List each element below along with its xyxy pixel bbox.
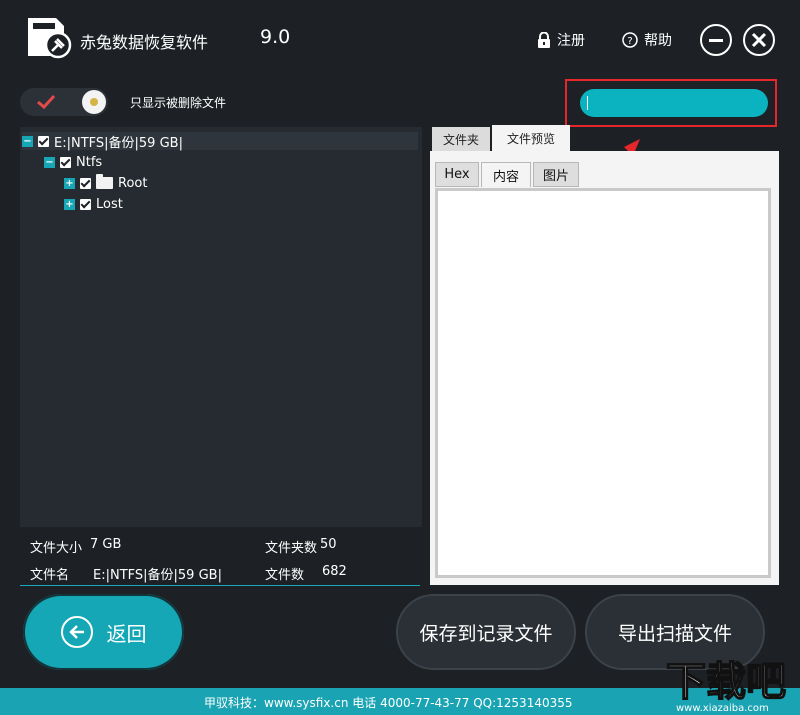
checkbox[interactable] (60, 156, 71, 168)
expand-icon[interactable]: + (64, 198, 75, 210)
footer-contact: 甲驭科技：www.sysfix.cn 电话 4000-77-43-77 QQ:1… (204, 696, 573, 710)
file-size-value: 7 GB (90, 537, 122, 552)
back-label: 返回 (106, 621, 147, 646)
app-version: 9.0 (260, 26, 291, 48)
file-count-label: 文件数 (265, 568, 305, 583)
app-logo-icon (28, 18, 72, 59)
watermark-text: 下载吧 (666, 659, 786, 705)
tree-node-label: E:|NTFS|备份|59 GB| (54, 135, 183, 151)
tree-node-root[interactable]: − E:|NTFS|备份|59 GB| (22, 132, 418, 151)
collapse-icon[interactable]: − (22, 135, 33, 147)
watermark-url: www.xiazaiba.com (676, 703, 769, 714)
minimize-icon (709, 39, 723, 42)
file-name-value: E:|NTFS|备份|59 GB| (93, 568, 222, 583)
minimize-button[interactable] (700, 24, 732, 56)
save-record-button[interactable]: 保存到记录文件 (396, 594, 576, 670)
help-button[interactable]: ? 帮助 (622, 30, 672, 50)
close-button[interactable] (743, 24, 775, 56)
tab-file-preview[interactable]: 文件预览 (492, 125, 570, 151)
tab-hex[interactable]: Hex (435, 162, 479, 187)
tree-node-root-folder[interactable]: + Root (64, 174, 147, 192)
tree-node-label: Lost (96, 196, 123, 212)
checkbox[interactable] (38, 135, 49, 147)
file-count-value: 682 (322, 564, 347, 579)
divider (20, 585, 420, 586)
app-title: 赤兔数据恢复软件 (80, 33, 209, 52)
file-tree-panel: − E:|NTFS|备份|59 GB| − Ntfs + Root + Lost (20, 127, 422, 527)
close-icon (751, 32, 767, 48)
checkbox[interactable] (80, 198, 91, 210)
back-arrow-icon (60, 616, 93, 648)
register-label: 注册 (557, 33, 585, 49)
check-icon (37, 94, 56, 110)
file-name-label: 文件名 (30, 568, 70, 583)
help-label: 帮助 (644, 33, 672, 49)
help-icon: ? (622, 32, 638, 48)
toggle-label: 只显示被删除文件 (130, 96, 227, 110)
annotation-highlight-box (565, 79, 777, 127)
file-size-label: 文件大小 (30, 541, 83, 556)
collapse-icon[interactable]: − (44, 156, 55, 168)
svg-text:?: ? (627, 36, 632, 47)
folder-icon (96, 174, 113, 189)
register-button[interactable]: 注册 (537, 30, 585, 50)
tab-folder[interactable]: 文件夹 (432, 127, 490, 151)
checkbox[interactable] (80, 177, 91, 189)
deleted-only-toggle[interactable] (20, 88, 108, 116)
preview-content-area[interactable] (435, 188, 771, 578)
folder-count-label: 文件夹数 (265, 541, 318, 556)
folder-count-value: 50 (320, 537, 337, 552)
tree-node-ntfs[interactable]: − Ntfs (44, 153, 102, 171)
watermark-logo: 下载吧 www.xiazaiba.com (665, 658, 787, 714)
tree-node-label: Ntfs (76, 154, 103, 170)
back-button[interactable]: 返回 (23, 594, 184, 670)
toggle-knob (82, 90, 106, 114)
lock-icon (538, 32, 550, 48)
tab-content[interactable]: 内容 (481, 162, 531, 187)
preview-panel: Hex 内容 图片 (430, 151, 779, 585)
tab-image[interactable]: 图片 (533, 162, 579, 187)
expand-icon[interactable]: + (64, 177, 75, 189)
tree-node-lost[interactable]: + Lost (64, 195, 123, 213)
tree-node-label: Root (118, 175, 148, 191)
